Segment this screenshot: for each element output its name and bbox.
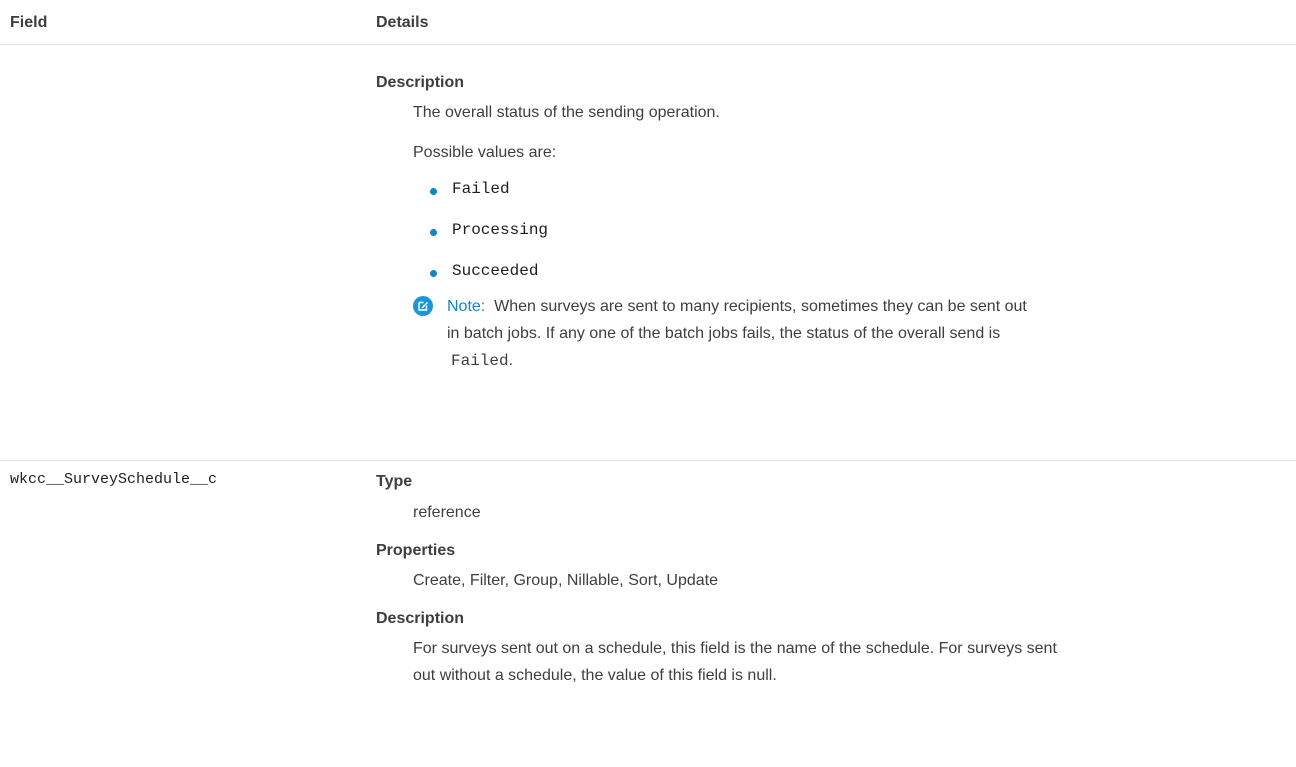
possible-values-intro: Possible values are: — [413, 144, 557, 161]
note-edit-icon — [413, 296, 433, 316]
field-api-name: wkcc__SurveySchedule__c — [10, 471, 218, 488]
type-term: Type — [376, 473, 413, 490]
properties-term: Properties — [376, 542, 456, 559]
table-row: Description The overall status of the se… — [0, 45, 1296, 461]
note-label: Note: — [447, 298, 486, 315]
table-header: Field Details — [0, 0, 1296, 45]
description-line-2: out without a schedule, the value of thi… — [413, 667, 777, 684]
value-code: Succeeded — [452, 262, 539, 280]
value-code: Processing — [452, 221, 549, 239]
table-row: wkcc__SurveySchedule__c Type reference P… — [0, 461, 1296, 767]
bullet-icon — [430, 229, 437, 236]
description-text: The overall status of the sending operat… — [413, 104, 720, 121]
note-text-line-2: in batch jobs. If any one of the batch j… — [447, 325, 1001, 342]
note-callout: Note: When surveys are sent to many reci… — [413, 295, 1296, 415]
note-suffix: . — [508, 352, 514, 369]
description-term: Description — [376, 610, 465, 627]
bullet-icon — [430, 188, 437, 195]
value-code: Failed — [452, 180, 510, 198]
bullet-icon — [430, 270, 437, 277]
column-header-details: Details — [376, 14, 429, 31]
note-text-line-1: When surveys are sent to many recipients… — [494, 298, 1027, 315]
column-header-field: Field — [10, 14, 48, 31]
properties-value: Create, Filter, Group, Nillable, Sort, U… — [413, 572, 719, 589]
description-term: Description — [376, 74, 465, 91]
description-line-1: For surveys sent out on a schedule, this… — [413, 640, 1057, 657]
type-value: reference — [413, 504, 481, 521]
status-code: Failed — [451, 352, 509, 370]
